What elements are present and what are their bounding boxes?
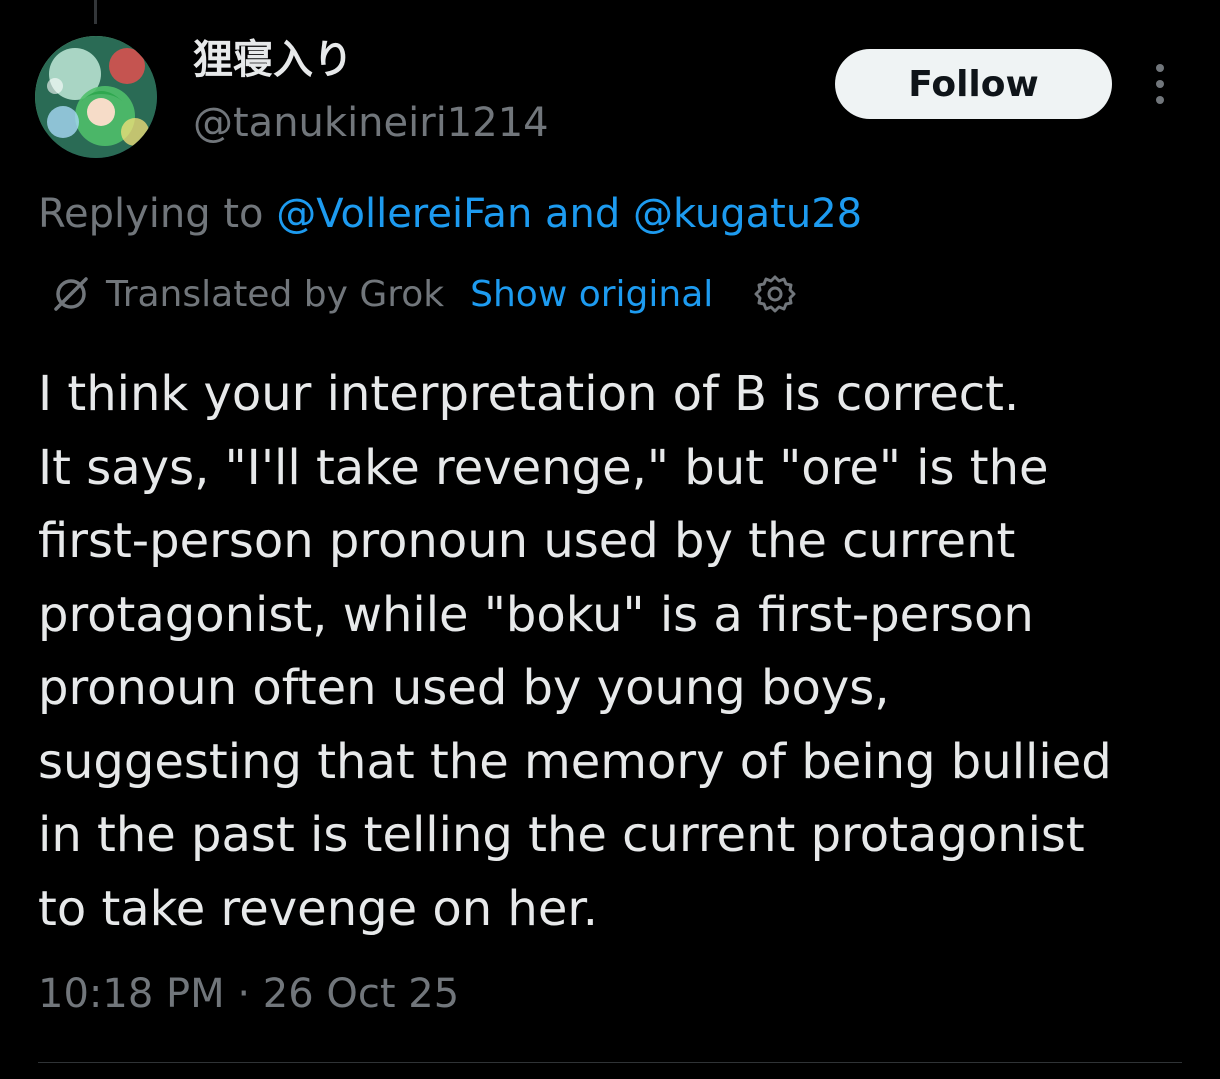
thread-line xyxy=(94,0,97,24)
more-options-button[interactable] xyxy=(1138,58,1182,110)
more-vertical-icon xyxy=(1156,64,1164,72)
translated-by-label: Translated by Grok xyxy=(106,273,445,315)
avatar[interactable] xyxy=(35,36,157,158)
author-handle[interactable]: @tanukineiri1214 xyxy=(193,101,549,145)
avatar-image xyxy=(35,36,157,158)
divider xyxy=(38,1062,1182,1063)
show-original-link[interactable]: Show original xyxy=(470,274,713,315)
translate-slash-icon xyxy=(54,277,88,311)
mention-link[interactable]: @kugatu28 xyxy=(633,191,862,237)
author-display-name[interactable]: 狸寝入り xyxy=(193,38,353,82)
tweet-timestamp[interactable]: 10:18 PM · 26 Oct 25 xyxy=(38,970,459,1018)
gear-icon[interactable] xyxy=(753,272,797,316)
follow-button[interactable]: Follow xyxy=(835,49,1112,119)
replying-to-label: Replying to xyxy=(38,191,277,237)
mention-joiner: and xyxy=(532,191,633,237)
translation-bar: Translated by Grok Show original xyxy=(50,268,797,320)
mention-link[interactable]: @VollereiFan xyxy=(276,191,532,237)
tweet-text: I think your interpretation of B is corr… xyxy=(38,366,1112,937)
more-vertical-icon-dot xyxy=(1156,80,1164,88)
more-vertical-icon-dot xyxy=(1156,96,1164,104)
replying-to: Replying to @VollereiFan and @kugatu28 xyxy=(38,190,862,238)
